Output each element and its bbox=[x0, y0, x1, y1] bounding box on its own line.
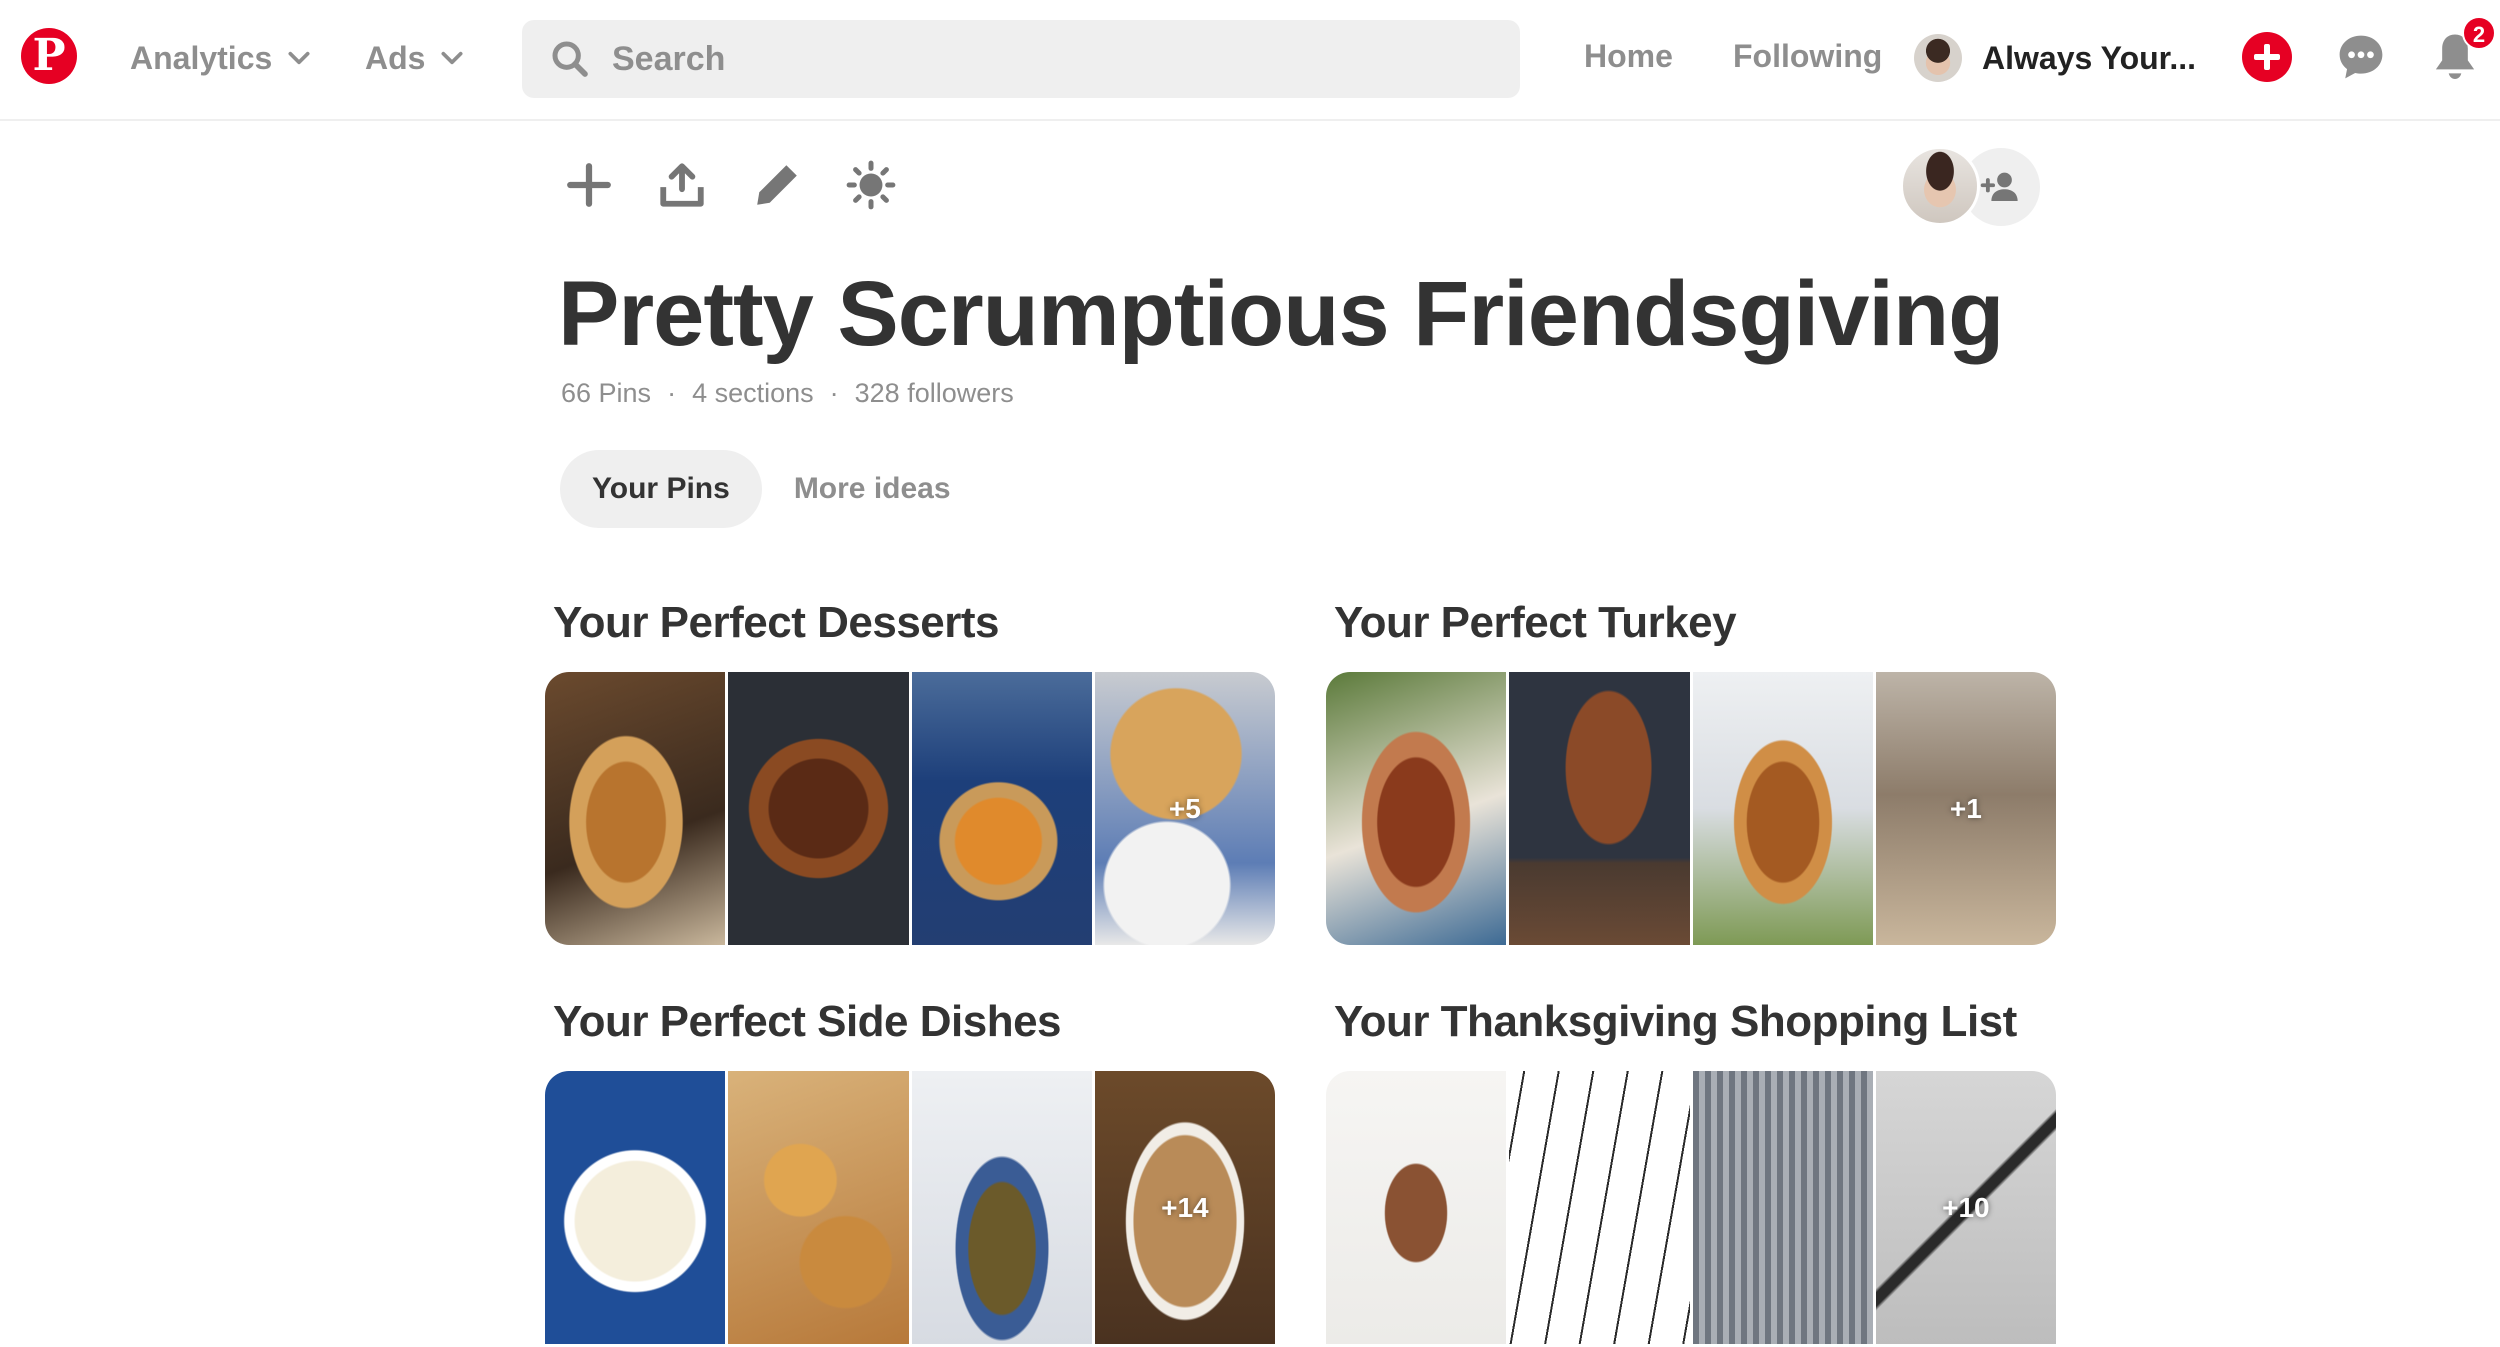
search-icon bbox=[552, 41, 588, 77]
pinterest-logo[interactable]: P bbox=[21, 28, 77, 84]
add-person-icon bbox=[1980, 172, 2018, 201]
section-collage[interactable]: +1 bbox=[1326, 672, 2056, 945]
messages-icon[interactable] bbox=[2334, 30, 2388, 84]
following-link[interactable]: Following bbox=[1733, 38, 1882, 75]
pin-thumbnail bbox=[911, 1071, 1092, 1344]
section-card[interactable]: Your Perfect Side Dishes +14 bbox=[545, 997, 1275, 1344]
section-card[interactable]: Your Perfect Desserts +5 bbox=[545, 598, 1275, 945]
search-input[interactable] bbox=[612, 39, 1492, 79]
pin-thumbnail bbox=[545, 672, 726, 945]
ads-label: Ads bbox=[365, 39, 426, 76]
section-card[interactable]: Your Perfect Turkey +1 bbox=[1326, 598, 2056, 945]
tidy-sparkle-icon[interactable] bbox=[846, 160, 896, 210]
more-pins-count: +5 bbox=[1168, 792, 1201, 824]
notification-badge: 2 bbox=[2462, 16, 2496, 50]
section-collage[interactable]: +14 bbox=[545, 1071, 1275, 1344]
pin-thumbnail bbox=[1692, 672, 1873, 945]
pin-thumbnail: +5 bbox=[1094, 672, 1275, 945]
chevron-down-icon bbox=[441, 51, 463, 65]
more-pins-count: +1 bbox=[1949, 792, 1982, 824]
pin-thumbnail: +14 bbox=[1094, 1071, 1275, 1344]
section-card[interactable]: Your Thanksgiving Shopping List +10 bbox=[1326, 997, 2056, 1344]
pin-thumbnail bbox=[1326, 1071, 1507, 1344]
profile-name: Always Your... bbox=[1982, 39, 2197, 76]
pin-thumbnail: +1 bbox=[1875, 672, 2056, 945]
edit-pencil-icon[interactable] bbox=[752, 160, 802, 210]
analytics-label: Analytics bbox=[130, 39, 273, 76]
board-stats: 66 Pins · 4 sections · 328 followers bbox=[561, 378, 1014, 409]
collaborator-avatar[interactable] bbox=[1900, 146, 1980, 226]
section-collage[interactable]: +10 bbox=[1326, 1071, 2056, 1344]
share-upload-icon[interactable] bbox=[657, 160, 707, 210]
tab-more-ideas[interactable]: More ideas bbox=[762, 450, 983, 528]
avatar bbox=[1914, 34, 1962, 82]
pin-thumbnail: +10 bbox=[1875, 1071, 2056, 1344]
section-title: Your Perfect Desserts bbox=[553, 598, 1000, 647]
chevron-down-icon bbox=[288, 51, 310, 65]
section-collage[interactable]: +5 bbox=[545, 672, 1275, 945]
more-pins-count: +10 bbox=[1942, 1191, 1990, 1223]
ads-menu[interactable]: Ads bbox=[365, 36, 465, 80]
section-title: Your Perfect Side Dishes bbox=[553, 997, 1062, 1046]
tab-your-pins[interactable]: Your Pins bbox=[560, 450, 762, 528]
pin-thumbnail bbox=[728, 1071, 909, 1344]
board-tabs: Your Pins More ideas bbox=[560, 450, 983, 528]
add-pin-icon[interactable] bbox=[564, 160, 614, 210]
section-title: Your Perfect Turkey bbox=[1334, 598, 1737, 647]
separator: · bbox=[829, 378, 839, 408]
pin-thumbnail bbox=[1692, 1071, 1873, 1344]
profile-link[interactable]: Always Your... bbox=[1914, 34, 2196, 82]
more-pins-count: +14 bbox=[1161, 1191, 1209, 1223]
pin-thumbnail bbox=[1326, 672, 1507, 945]
create-button[interactable] bbox=[2242, 32, 2292, 82]
top-nav: P Analytics Ads Home Following Always Yo… bbox=[0, 0, 2500, 121]
pin-thumbnail bbox=[911, 672, 1092, 945]
pin-thumbnail bbox=[545, 1071, 726, 1344]
home-link[interactable]: Home bbox=[1584, 38, 1673, 75]
separator: · bbox=[667, 378, 677, 408]
pin-thumbnail bbox=[1509, 672, 1690, 945]
follower-count[interactable]: 328 followers bbox=[855, 378, 1014, 409]
search-bar[interactable] bbox=[522, 20, 1520, 98]
pin-thumbnail bbox=[728, 672, 909, 945]
analytics-menu[interactable]: Analytics bbox=[130, 36, 312, 80]
pin-thumbnail bbox=[1509, 1071, 1690, 1344]
section-title: Your Thanksgiving Shopping List bbox=[1334, 997, 2017, 1046]
section-count: 4 sections bbox=[692, 378, 814, 408]
board-title: Pretty Scrumptious Friendsgiving bbox=[558, 263, 2004, 365]
pin-count: 66 Pins bbox=[561, 378, 652, 408]
